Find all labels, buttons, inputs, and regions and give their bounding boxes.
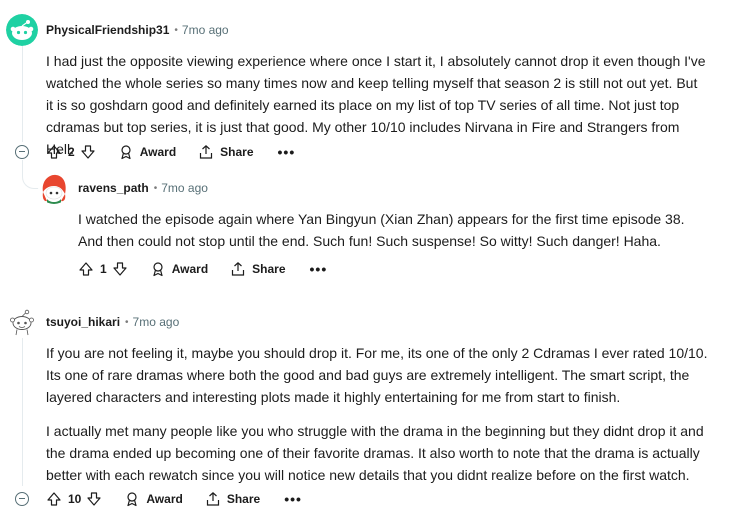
comment-paragraph: I actually met many people like you who … bbox=[46, 423, 704, 483]
vote-count: 10 bbox=[68, 492, 82, 506]
snoo-avatar-icon bbox=[38, 172, 70, 204]
upvote-icon[interactable] bbox=[46, 144, 62, 160]
thread-line bbox=[22, 338, 23, 486]
comment-actions: 10 Award Share ••• bbox=[46, 487, 302, 511]
collapse-thread-button[interactable] bbox=[15, 145, 29, 159]
share-label: Share bbox=[226, 492, 261, 506]
comment-body: If you are not feeling it, maybe you sho… bbox=[46, 342, 708, 486]
vote-group: 2 bbox=[46, 144, 96, 160]
vote-count: 1 bbox=[100, 262, 107, 276]
vote-group: 1 bbox=[78, 261, 128, 277]
separator-dot: • bbox=[174, 24, 178, 36]
reply-connector bbox=[22, 160, 39, 189]
award-icon bbox=[127, 492, 137, 507]
vote-group: 10 bbox=[46, 491, 102, 507]
award-button[interactable]: Award bbox=[118, 144, 176, 160]
comment-meta: tsuyoi_hikari • 7mo ago bbox=[46, 315, 179, 329]
share-label: Share bbox=[252, 262, 286, 276]
avatar[interactable] bbox=[6, 14, 38, 46]
downvote-icon[interactable] bbox=[86, 491, 102, 507]
timestamp[interactable]: 7mo ago bbox=[182, 23, 229, 37]
vote-count: 2 bbox=[68, 145, 75, 159]
comment-actions: 1 Award Share ••• bbox=[78, 257, 327, 281]
comment-meta: PhysicalFriendship31 • 7mo ago bbox=[46, 23, 229, 37]
award-label: Award bbox=[146, 492, 183, 506]
comment-meta: ravens_path • 7mo ago bbox=[78, 181, 208, 195]
share-button[interactable]: Share bbox=[230, 261, 286, 277]
avatar[interactable] bbox=[6, 306, 38, 338]
avatar[interactable] bbox=[38, 172, 70, 204]
timestamp[interactable]: 7mo ago bbox=[161, 181, 208, 195]
separator-dot: • bbox=[125, 316, 129, 328]
comment-paragraph: I watched the episode again where Yan Bi… bbox=[78, 211, 685, 249]
username[interactable]: ravens_path bbox=[78, 181, 149, 195]
snoo-avatar-icon bbox=[6, 306, 38, 338]
share-button[interactable]: Share bbox=[198, 144, 254, 160]
award-icon bbox=[153, 262, 163, 277]
timestamp[interactable]: 7mo ago bbox=[133, 315, 180, 329]
more-options-button[interactable]: ••• bbox=[310, 262, 328, 276]
comment-paragraph: If you are not feeling it, maybe you sho… bbox=[46, 345, 708, 405]
share-icon bbox=[232, 262, 245, 276]
thread-line bbox=[22, 46, 23, 142]
share-button[interactable]: Share bbox=[205, 491, 260, 507]
award-button[interactable]: Award bbox=[150, 261, 208, 277]
username[interactable]: tsuyoi_hikari bbox=[46, 315, 120, 329]
share-icon bbox=[200, 145, 213, 159]
share-label: Share bbox=[220, 145, 254, 159]
more-options-button[interactable]: ••• bbox=[278, 145, 296, 159]
upvote-icon[interactable] bbox=[46, 491, 62, 507]
share-icon bbox=[206, 492, 219, 506]
comment-actions: 2 Award Share ••• bbox=[46, 140, 295, 164]
snoo-avatar-icon bbox=[6, 14, 38, 46]
award-button[interactable]: Award bbox=[124, 491, 183, 507]
upvote-icon[interactable] bbox=[78, 261, 94, 277]
more-options-button[interactable]: ••• bbox=[284, 492, 302, 506]
username[interactable]: PhysicalFriendship31 bbox=[46, 23, 169, 37]
downvote-icon[interactable] bbox=[112, 261, 128, 277]
award-label: Award bbox=[171, 262, 209, 276]
award-label: Award bbox=[139, 145, 177, 159]
award-icon bbox=[121, 145, 131, 160]
separator-dot: • bbox=[153, 182, 158, 194]
collapse-thread-button[interactable] bbox=[15, 492, 29, 506]
downvote-icon[interactable] bbox=[80, 144, 96, 160]
comment-body: I watched the episode again where Yan Bi… bbox=[78, 208, 708, 252]
